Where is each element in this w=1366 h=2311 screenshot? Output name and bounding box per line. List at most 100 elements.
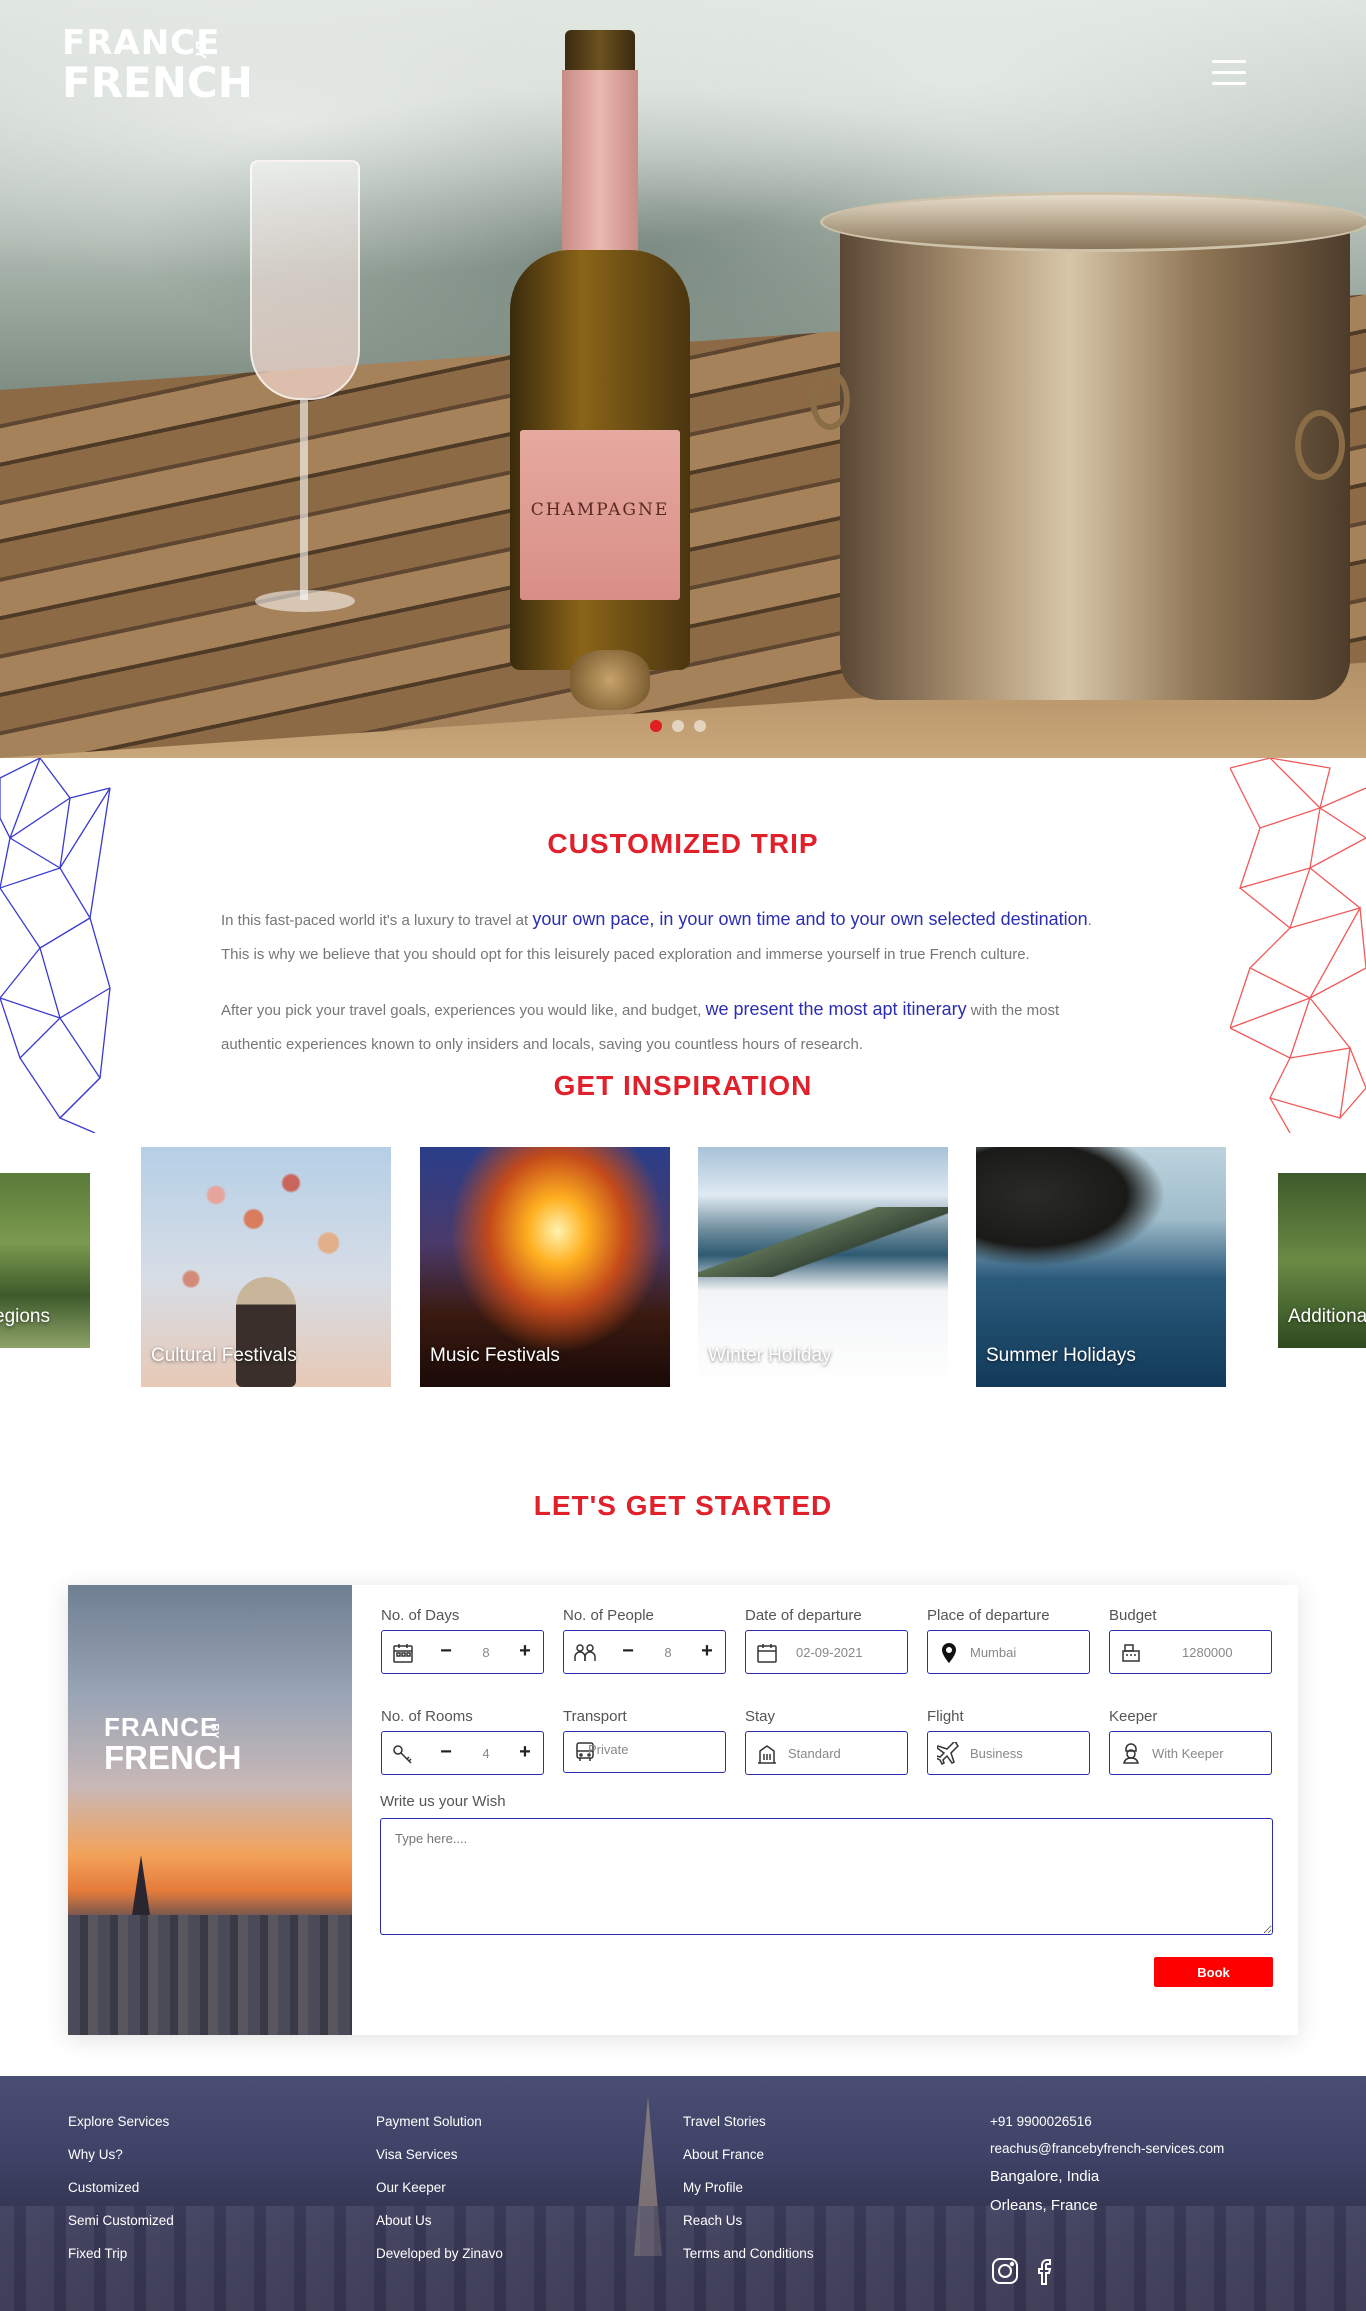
- calendar-icon: [754, 1640, 780, 1666]
- rooms-field: No. of Rooms − 4 +: [381, 1708, 544, 1775]
- days-field: No. of Days − 8 +: [381, 1607, 544, 1674]
- footer-link-about-france[interactable]: About France: [683, 2147, 814, 2162]
- traveler-image: [236, 1277, 296, 1387]
- inspiration-card-winter-holiday[interactable]: Winter Holiday: [698, 1147, 948, 1387]
- inspiration-card-additional[interactable]: Additiona: [1278, 1173, 1366, 1348]
- footer-column-services: Explore Services Why Us? Customized Semi…: [68, 2114, 174, 2279]
- facebook-icon[interactable]: [1032, 2256, 1062, 2286]
- inspiration-card-summer-holidays[interactable]: Summer Holidays: [976, 1147, 1226, 1387]
- stay-field: Stay Standard: [745, 1708, 908, 1775]
- stay-value: Standard: [788, 1746, 841, 1761]
- people-value[interactable]: 8: [654, 1645, 682, 1660]
- wish-textarea[interactable]: [380, 1818, 1273, 1935]
- slider-dot-2[interactable]: [672, 720, 684, 732]
- people-increment-button[interactable]: +: [695, 1639, 719, 1663]
- p1-text-b: .: [1087, 912, 1092, 929]
- days-decrement-button[interactable]: −: [434, 1639, 458, 1663]
- departure-date-label: Date of departure: [745, 1607, 862, 1624]
- keeper-value: With Keeper: [1152, 1746, 1224, 1761]
- footer-link-reach-us[interactable]: Reach Us: [683, 2213, 814, 2228]
- get-inspiration-title: GET INSPIRATION: [553, 1070, 813, 1101]
- rooms-label: No. of Rooms: [381, 1708, 473, 1725]
- footer-link-fixed-trip[interactable]: Fixed Trip: [68, 2246, 174, 2261]
- card-label: Additiona: [1288, 1306, 1366, 1327]
- departure-place-value: Mumbai: [970, 1645, 1017, 1660]
- airplane-icon: [936, 1741, 962, 1767]
- footer-city-india: Bangalore, India: [990, 2168, 1100, 2185]
- people-field: No. of People − 8 +: [563, 1607, 726, 1674]
- footer-link-about-us[interactable]: About Us: [376, 2213, 503, 2228]
- logo-line-french: FRENCH: [62, 58, 253, 107]
- footer-link-explore-services[interactable]: Explore Services: [68, 2114, 174, 2129]
- days-value[interactable]: 8: [472, 1645, 500, 1660]
- form-image-logo: FRANCE BY FRENCH: [104, 1712, 242, 1776]
- rooms-increment-button[interactable]: +: [513, 1740, 537, 1764]
- footer-phone[interactable]: +91 9900026516: [990, 2114, 1224, 2129]
- p1-text-a: In this fast-paced world it's a luxury t…: [221, 912, 533, 929]
- calendar-icon: [390, 1640, 416, 1666]
- departure-place-input[interactable]: Mumbai: [927, 1630, 1090, 1674]
- cash-register-icon: [1118, 1640, 1144, 1666]
- paris-sunset-image: FRANCE BY FRENCH: [68, 1585, 352, 2035]
- people-decrement-button[interactable]: −: [616, 1639, 640, 1663]
- card-label: Cultural Festivals: [151, 1345, 297, 1366]
- footer-column-contact: +91 9900026516 reachus@francebyfrench-se…: [990, 2114, 1224, 2226]
- footer: Explore Services Why Us? Customized Semi…: [0, 2076, 1366, 2311]
- slider-dot-1[interactable]: [650, 720, 662, 732]
- stay-select[interactable]: Standard: [745, 1731, 908, 1775]
- rooms-value[interactable]: 4: [472, 1746, 500, 1761]
- p2-text-b: with the most: [966, 1002, 1060, 1019]
- footer-link-customized[interactable]: Customized: [68, 2180, 174, 2195]
- flight-field: Flight Business: [927, 1708, 1090, 1775]
- footer-link-developed-by[interactable]: Developed by Zinavo: [376, 2246, 503, 2261]
- customized-trip-title: CUSTOMIZED TRIP: [547, 828, 819, 859]
- flight-label: Flight: [927, 1708, 964, 1725]
- footer-link-why-us[interactable]: Why Us?: [68, 2147, 174, 2162]
- footer-link-my-profile[interactable]: My Profile: [683, 2180, 814, 2195]
- hamburger-menu-icon[interactable]: [1212, 60, 1246, 86]
- p2-text-a: After you pick your travel goals, experi…: [221, 1002, 706, 1019]
- p2-text-c: authentic experiences known to only insi…: [221, 1036, 864, 1053]
- footer-column-info: Travel Stories About France My Profile R…: [683, 2114, 814, 2279]
- keeper-field: Keeper With Keeper: [1109, 1708, 1272, 1775]
- footer-link-payment-solution[interactable]: Payment Solution: [376, 2114, 503, 2129]
- p2-highlight: we present the most apt itinerary: [705, 999, 967, 1019]
- keeper-select[interactable]: With Keeper: [1109, 1731, 1272, 1775]
- rock-image: [976, 1147, 1166, 1267]
- card-label: Summer Holidays: [986, 1345, 1136, 1366]
- inspiration-card-music-festivals[interactable]: Music Festivals: [420, 1147, 670, 1387]
- p1-text-c: This is why we believe that you should o…: [221, 946, 1030, 963]
- instagram-icon[interactable]: [990, 2256, 1020, 2286]
- departure-date-input[interactable]: 02-09-2021: [745, 1630, 908, 1674]
- slider-dot-3[interactable]: [694, 720, 706, 732]
- get-started-title: LET'S GET STARTED: [533, 1490, 833, 1521]
- people-label: No. of People: [563, 1607, 654, 1624]
- p1-highlight: your own pace, in your own time and to y…: [532, 909, 1088, 929]
- customized-paragraph-2: After you pick your travel goals, experi…: [221, 992, 1151, 1062]
- eiffel-tower-silhouette: [132, 1855, 150, 1915]
- inspiration-card-cultural-festivals[interactable]: Cultural Festivals: [141, 1147, 391, 1387]
- card-label: Winter Holiday: [708, 1345, 832, 1366]
- rooms-stepper: − 4 +: [381, 1731, 544, 1775]
- days-label: No. of Days: [381, 1607, 460, 1624]
- keeper-label: Keeper: [1109, 1708, 1158, 1725]
- days-increment-button[interactable]: +: [513, 1639, 537, 1663]
- inspiration-card-regions[interactable]: egions: [0, 1173, 90, 1348]
- transport-value: Private: [588, 1742, 629, 1757]
- customized-paragraph-1: In this fast-paced world it's a luxury t…: [221, 902, 1151, 972]
- footer-link-our-keeper[interactable]: Our Keeper: [376, 2180, 503, 2195]
- transport-select[interactable]: Private: [563, 1731, 726, 1773]
- footer-email[interactable]: reachus@francebyfrench-services.com: [990, 2141, 1224, 2156]
- footer-link-travel-stories[interactable]: Travel Stories: [683, 2114, 814, 2129]
- footer-link-semi-customized[interactable]: Semi Customized: [68, 2213, 174, 2228]
- book-button[interactable]: Book: [1154, 1957, 1273, 1987]
- site-logo[interactable]: FRANCE BY FRENCH: [62, 26, 253, 106]
- key-icon: [390, 1741, 416, 1767]
- footer-link-terms[interactable]: Terms and Conditions: [683, 2246, 814, 2261]
- rooms-decrement-button[interactable]: −: [434, 1740, 458, 1764]
- budget-input[interactable]: 1280000: [1109, 1630, 1272, 1674]
- flight-select[interactable]: Business: [927, 1731, 1090, 1775]
- transport-field: Transport Private: [563, 1708, 726, 1773]
- footer-link-visa-services[interactable]: Visa Services: [376, 2147, 503, 2162]
- footer-city-france: Orleans, France: [990, 2197, 1098, 2214]
